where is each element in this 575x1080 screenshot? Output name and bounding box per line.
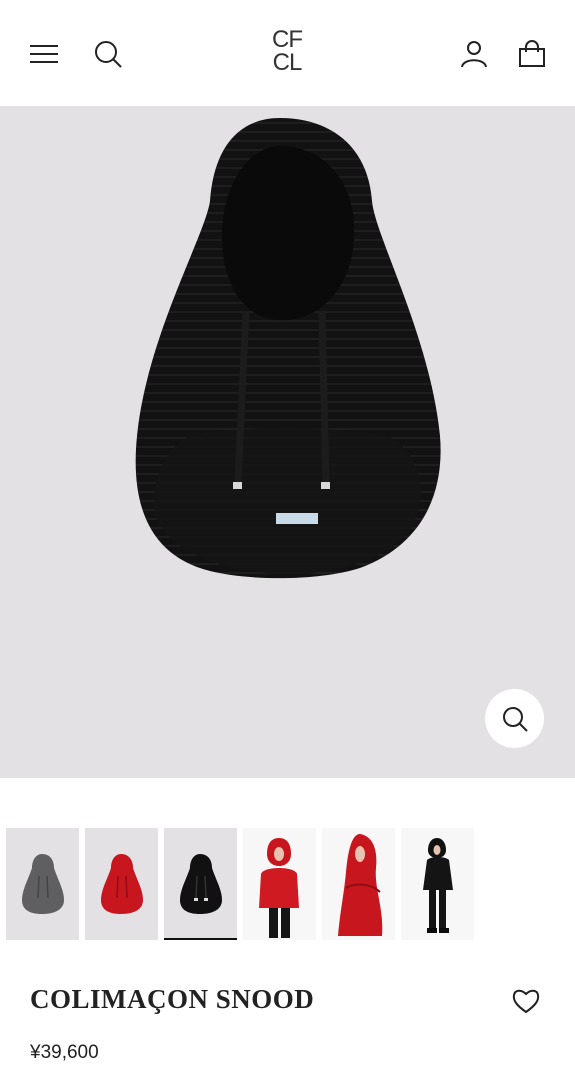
account-button[interactable] bbox=[456, 36, 492, 72]
favorite-button[interactable] bbox=[510, 985, 542, 1017]
thumbnail-strip bbox=[6, 828, 474, 940]
product-main-image[interactable] bbox=[0, 106, 575, 778]
thumbnail-grey-snood[interactable] bbox=[6, 828, 79, 940]
zoom-icon bbox=[502, 706, 528, 732]
thumbnail-red-worn-front[interactable] bbox=[243, 828, 316, 940]
user-icon bbox=[461, 41, 487, 68]
snood-illustration bbox=[135, 118, 441, 579]
search-icon bbox=[95, 41, 122, 68]
grey-snood-image bbox=[22, 854, 64, 914]
thumbnail-black-worn-full[interactable] bbox=[401, 828, 474, 940]
product-price: ¥39,600 bbox=[30, 1042, 99, 1063]
shopping-bag-icon bbox=[519, 40, 545, 67]
red-snood-image bbox=[101, 854, 143, 914]
search-button[interactable] bbox=[90, 36, 126, 72]
black-snood-image bbox=[180, 854, 222, 914]
thumbnail-black-snood[interactable] bbox=[164, 828, 237, 940]
black-worn-full-image bbox=[423, 838, 453, 933]
product-title: COLIMAÇON SNOOD bbox=[30, 984, 315, 1014]
brand-logo[interactable]: CF CL bbox=[266, 28, 308, 78]
logo-line-1: CF bbox=[272, 26, 303, 53]
site-header: CF CL bbox=[0, 0, 575, 106]
cart-button[interactable] bbox=[514, 36, 550, 72]
thumbnail-red-worn-side[interactable] bbox=[322, 828, 395, 940]
menu-icon bbox=[30, 45, 58, 63]
zoom-button[interactable] bbox=[485, 689, 544, 748]
menu-button[interactable] bbox=[26, 36, 62, 72]
red-worn-side-image bbox=[338, 834, 383, 936]
logo-line-2: CL bbox=[272, 49, 303, 76]
heart-icon bbox=[512, 989, 540, 1014]
red-worn-front-image bbox=[259, 838, 299, 938]
thumbnail-red-snood[interactable] bbox=[85, 828, 158, 940]
